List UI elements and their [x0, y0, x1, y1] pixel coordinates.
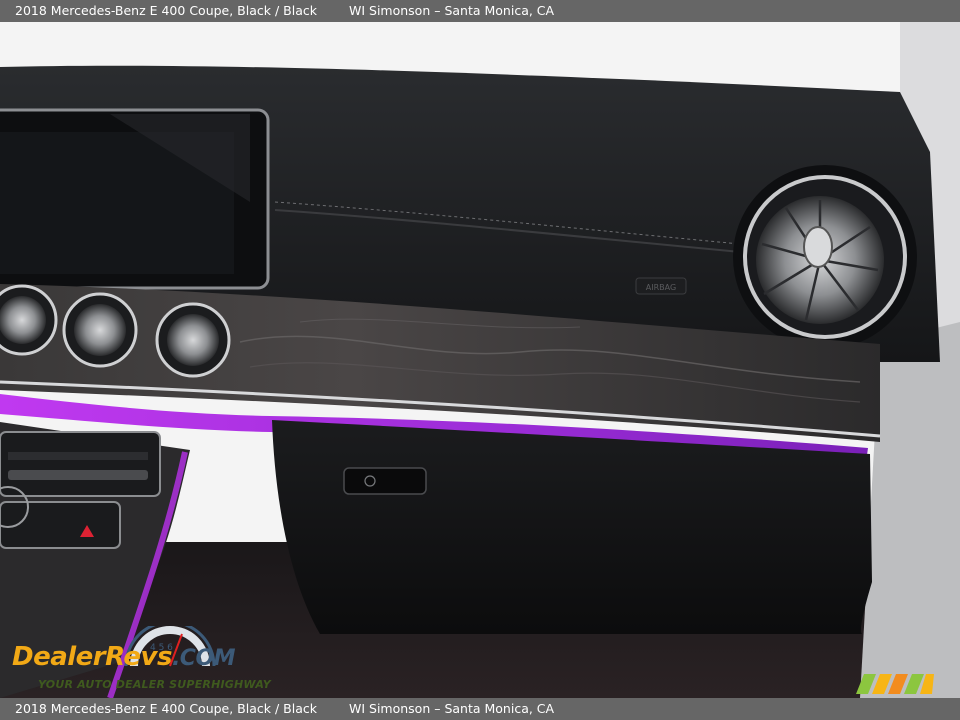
stripes-logo-icon	[856, 674, 934, 694]
footer-bar: 2018 Mercedes-Benz E 400 Coupe, Black / …	[0, 698, 960, 720]
brand-part-com: .COM	[171, 646, 236, 671]
footer-dealer-name: WI Simonson – Santa Monica, CA	[349, 701, 555, 716]
header-bar: 2018 Mercedes-Benz E 400 Coupe, Black / …	[0, 0, 960, 22]
dealerrevs-logo: DealerRevs.COM	[12, 642, 236, 672]
dashboard-photo: AIRBAG	[0, 22, 960, 698]
brand-part-revs: Revs	[105, 642, 172, 672]
brand-part-dealer: Dealer	[12, 642, 106, 672]
vehicle-title: 2018 Mercedes-Benz E 400 Coupe, Black / …	[15, 3, 317, 18]
dealer-name: WI Simonson – Santa Monica, CA	[349, 3, 555, 18]
footer-vehicle-title: 2018 Mercedes-Benz E 400 Coupe, Black / …	[15, 701, 317, 716]
dealerrevs-tagline: YOUR AUTO DEALER SUPERHIGHWAY	[38, 678, 271, 691]
airbag-label: AIRBAG	[646, 283, 676, 292]
